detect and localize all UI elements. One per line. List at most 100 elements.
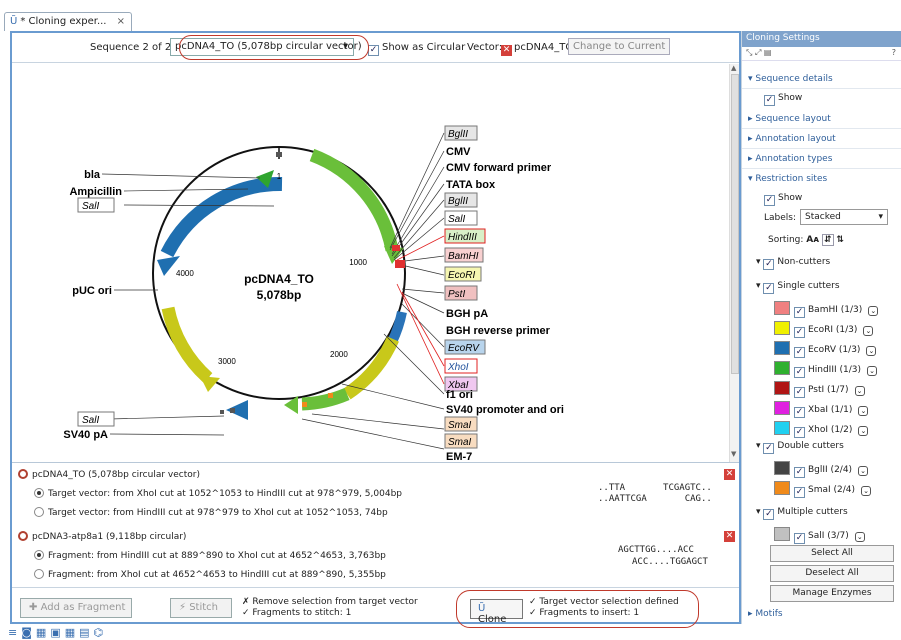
puc-ori-annotation[interactable] — [161, 306, 213, 383]
label-sali-right[interactable]: SalI — [444, 210, 478, 226]
label-bgh-pa[interactable]: BGH pA — [446, 308, 488, 320]
section-sequence-details[interactable]: ▾ Sequence details — [742, 71, 901, 89]
double-cutter-row[interactable]: ✓ SmaI (2/4) ⌄ — [774, 481, 872, 498]
label-ecorv[interactable]: EcoRV — [444, 339, 486, 355]
sort-alpha-icon[interactable]: Aᴀ — [806, 235, 819, 245]
label-f1-ori[interactable]: f1 ori — [446, 389, 473, 401]
non-cutters-toggle[interactable]: ▾ ✓ Non-cutters — [756, 257, 830, 270]
table-view-icon[interactable]: ▦ — [36, 626, 50, 639]
label-hindiii[interactable]: HindIII — [444, 228, 486, 244]
scroll-down-icon[interactable]: ▼ — [731, 450, 736, 458]
tab-cloning-experiment[interactable]: Ũ * Cloning exper... × — [4, 12, 132, 31]
single-cutter-row[interactable]: ✓ EcoRV (1/3) ⌄ — [774, 341, 877, 358]
label-ecori[interactable]: EcoRI — [444, 266, 482, 282]
graphical-view-icon[interactable]: ▣ — [50, 626, 64, 639]
single-cutter-row[interactable]: ✓ HindIII (1/3) ⌄ — [774, 361, 878, 378]
manage-enzymes-button[interactable]: Manage Enzymes — [770, 585, 894, 602]
double-cutter-row[interactable]: ✓ BglII (2/4) ⌄ — [774, 461, 869, 478]
label-psti[interactable]: PstI — [444, 285, 478, 301]
section-annotation-types[interactable]: ▸ Annotation types — [742, 151, 901, 169]
add-as-fragment-button[interactable]: ✚ Add as Fragment — [20, 598, 132, 618]
restriction-show-toggle[interactable]: ✓ Show — [764, 193, 802, 206]
section-motifs[interactable]: ▸ Motifs — [742, 606, 901, 624]
history-icon[interactable]: ⌬ — [94, 626, 108, 639]
single-cutter-row[interactable]: ✓ EcoRI (1/3) ⌄ — [774, 321, 874, 338]
enzyme-color-swatch[interactable] — [774, 461, 790, 475]
enzyme-color-swatch[interactable] — [774, 401, 790, 415]
single-cutters-toggle[interactable]: ▾ ✓ Single cutters — [756, 281, 840, 294]
label-sali-left-2[interactable]: SalI — [77, 411, 115, 427]
scroll-up-icon[interactable]: ▲ — [731, 64, 736, 72]
enzyme-color-swatch[interactable] — [774, 361, 790, 375]
scroll-thumb[interactable] — [731, 74, 739, 374]
pin-icon[interactable]: ⤡ ⤢ ▤ — [746, 48, 771, 57]
label-bglii-2[interactable]: BglII — [444, 192, 478, 208]
enzyme-info-icon[interactable]: ⌄ — [861, 486, 872, 496]
label-sali-left-1[interactable]: SalI — [77, 197, 115, 213]
section-annotation-layout[interactable]: ▸ Annotation layout — [742, 131, 901, 149]
double-cutters-toggle[interactable]: ▾ ✓ Double cutters — [756, 441, 844, 454]
change-to-current-button[interactable]: Change to Current — [568, 38, 671, 55]
close-tab-icon[interactable]: × — [117, 16, 125, 27]
stitch-button[interactable]: ⚡ Stitch — [170, 598, 232, 618]
remove-fragment-button[interactable]: ✕ — [724, 531, 735, 542]
bla-annotation[interactable] — [160, 176, 283, 258]
label-bglii-1[interactable]: BglII — [444, 125, 478, 141]
label-sv40-promoter[interactable]: SV40 promoter and ori — [446, 404, 564, 416]
enzyme-color-swatch[interactable] — [774, 481, 790, 495]
single-cutter-row[interactable]: ✓ PstI (1/7) ⌄ — [774, 381, 865, 398]
section-sequence-layout[interactable]: ▸ Sequence layout — [742, 111, 901, 129]
single-cutter-row[interactable]: ✓ BamHI (1/3) ⌄ — [774, 301, 879, 318]
section-restriction-sites[interactable]: ▾ Restriction sites — [742, 171, 901, 189]
enzyme-info-icon[interactable]: ⌄ — [854, 386, 865, 396]
deselect-all-button[interactable]: Deselect All — [770, 565, 894, 582]
view-switcher-icons[interactable]: ≡◙▦▣▦▤⌬ — [8, 626, 107, 640]
enzyme-info-icon[interactable]: ⌄ — [854, 532, 865, 542]
enzyme-info-icon[interactable]: ⌄ — [863, 326, 874, 336]
circular-map-view[interactable]: 1 1000 2000 3000 4000 pcDNA4_TO 5,078bp … — [12, 64, 728, 462]
help-icon[interactable]: ? — [892, 48, 896, 57]
single-cutter-row[interactable]: ✓ XhoI (1/2) ⌄ — [774, 421, 869, 438]
multiple-cutter-row[interactable]: ✓ SalI (3/7) ⌄ — [774, 527, 865, 544]
details-show-toggle[interactable]: ✓ Show — [764, 93, 802, 106]
label-bla[interactable]: bla — [84, 169, 101, 181]
remove-vector-button[interactable]: ✕ — [724, 469, 735, 480]
fragment-option-1[interactable]: Fragment: from HindIII cut at 889^890 to… — [34, 550, 386, 561]
text-view-icon[interactable]: ≡ — [8, 626, 21, 639]
fragment-option-2[interactable]: Fragment: from XhoI cut at 4652^4653 to … — [34, 569, 386, 580]
label-cmv-forward-primer[interactable]: CMV forward primer — [446, 162, 552, 174]
enzyme-color-swatch[interactable] — [774, 381, 790, 395]
enzyme-color-swatch[interactable] — [774, 321, 790, 335]
enzyme-info-icon[interactable]: ⌄ — [858, 466, 869, 476]
label-smai-2[interactable]: SmaI — [444, 433, 478, 449]
sort-count-icon[interactable]: ⇵ — [822, 234, 834, 246]
enzyme-color-swatch[interactable] — [774, 301, 790, 315]
circular-view-icon[interactable]: ◙ — [21, 626, 36, 639]
show-circular-toggle[interactable]: ✓ Show as Circular — [368, 42, 465, 56]
select-all-button[interactable]: Select All — [770, 545, 894, 562]
f1-ori-annotation[interactable] — [343, 336, 399, 400]
label-tata-box[interactable]: TATA box — [446, 179, 496, 191]
grid-view-icon[interactable]: ▦ — [65, 626, 79, 639]
enzyme-info-icon[interactable]: ⌄ — [866, 346, 877, 356]
label-ampicillin[interactable]: Ampicillin — [69, 186, 122, 198]
sv40pa-annotation[interactable] — [226, 400, 248, 420]
bgh-annotation[interactable] — [387, 310, 407, 345]
enzyme-color-swatch[interactable] — [774, 421, 790, 435]
map-scrollbar[interactable]: ▲ ▼ — [729, 64, 739, 462]
label-smai-1[interactable]: SmaI — [444, 416, 478, 432]
enzyme-info-icon[interactable]: ⌄ — [858, 406, 869, 416]
book-icon[interactable]: ▤ — [79, 626, 93, 639]
enzyme-color-swatch[interactable] — [774, 341, 790, 355]
label-xhoi[interactable]: XhoI — [444, 358, 478, 374]
label-em7[interactable]: EM-7 — [446, 451, 472, 462]
label-bamhi[interactable]: BamHI — [444, 247, 484, 263]
labels-dropdown[interactable]: Stacked ▾ — [800, 209, 888, 225]
vector-option-2[interactable]: Target vector: from HindIII cut at 978^9… — [34, 507, 388, 518]
enzyme-info-icon[interactable]: ⌄ — [858, 426, 869, 436]
label-bgh-reverse-primer[interactable]: BGH reverse primer — [446, 325, 551, 337]
label-cmv[interactable]: CMV — [446, 146, 471, 158]
label-sv40-pa[interactable]: SV40 pA — [63, 429, 108, 441]
enzyme-info-icon[interactable]: ⌄ — [868, 306, 879, 316]
enzyme-info-icon[interactable]: ⌄ — [867, 366, 878, 376]
